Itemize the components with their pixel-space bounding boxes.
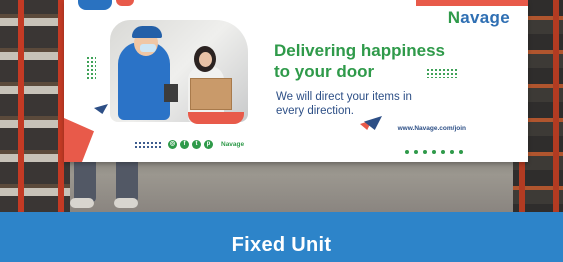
dot-pattern	[134, 141, 162, 149]
photo-accent-bar	[188, 112, 244, 124]
social-links: ◎ f t p Navage	[168, 140, 244, 149]
twitter-icon: t	[192, 140, 201, 149]
paper-plane-icon	[94, 104, 108, 114]
dot-row	[405, 141, 468, 159]
caption-title: Fixed Unit	[231, 234, 332, 256]
banner-accent-blue	[78, 0, 112, 10]
website-url: www.Navage.com/join	[397, 125, 466, 132]
banner-subline: We will direct your items in every direc…	[276, 91, 412, 117]
brand-name-small: Navage	[221, 141, 245, 148]
banner-headline: Delivering happiness to your door	[274, 41, 445, 81]
dot-pattern	[86, 56, 96, 80]
navage-logo: Navage	[447, 8, 510, 27]
dot-pattern	[426, 68, 458, 78]
facebook-icon: f	[180, 140, 189, 149]
banner-accent-red	[416, 0, 528, 6]
pinterest-icon: p	[204, 140, 213, 149]
banner-accent-small	[116, 0, 134, 6]
instagram-icon: ◎	[168, 140, 177, 149]
delivery-photo	[110, 20, 248, 122]
warehouse-photo: Navage Delivering happiness to your door…	[0, 0, 563, 212]
ad-banner: Navage Delivering happiness to your door…	[64, 0, 528, 162]
red-corner-shape	[64, 118, 94, 162]
parcel-box	[190, 78, 232, 110]
